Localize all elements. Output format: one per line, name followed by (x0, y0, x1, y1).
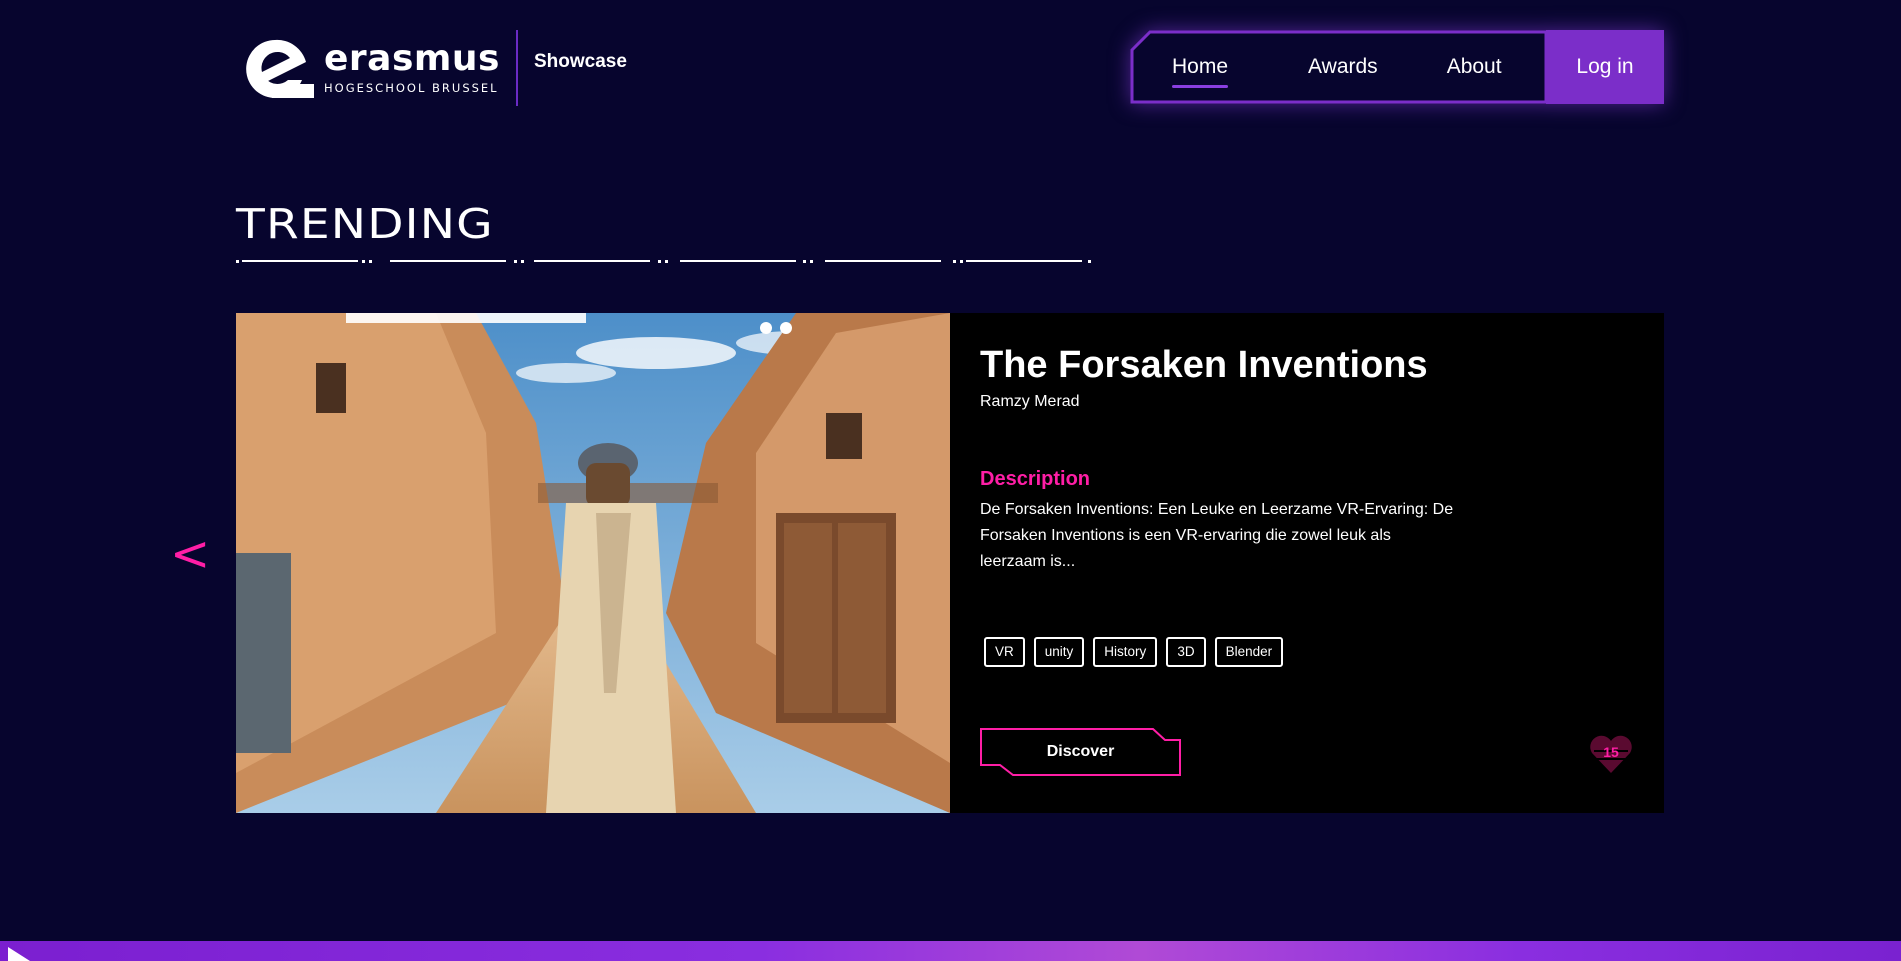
nav-awards[interactable]: Awards (1308, 55, 1378, 79)
brand-name: erasmus (324, 38, 500, 79)
title-underline-decoration (236, 260, 1091, 263)
brand-section-label: Showcase (533, 51, 627, 72)
project-thumbnail[interactable] (236, 313, 950, 813)
project-info: The Forsaken Inventions Ramzy Merad Desc… (950, 313, 1664, 813)
main-nav: Home Awards About Log in (1130, 30, 1664, 104)
carousel-prev-button[interactable]: < (170, 530, 210, 578)
nav-about[interactable]: About (1447, 55, 1502, 79)
chevron-left-icon: < (170, 526, 211, 582)
tag-history[interactable]: History (1093, 637, 1158, 667)
project-title: The Forsaken Inventions (980, 344, 1428, 386)
tag-blender[interactable]: Blender (1214, 637, 1284, 667)
brand-subtitle: HOGESCHOOL BRUSSEL (324, 81, 499, 95)
project-author: Ramzy Merad (980, 393, 1080, 410)
tag-3d[interactable]: 3D (1166, 637, 1206, 667)
description-heading: Description (980, 468, 1091, 490)
discover-button[interactable]: Discover (980, 728, 1181, 776)
project-card: The Forsaken Inventions Ramzy Merad Desc… (236, 313, 1664, 813)
play-icon[interactable] (8, 947, 30, 961)
like-button[interactable]: 15 (1588, 733, 1634, 775)
section-title: TRENDING (236, 200, 494, 248)
tag-unity[interactable]: unity (1033, 637, 1085, 667)
description-text: De Forsaken Inventions: Een Leuke en Lee… (980, 501, 1454, 570)
brand-wordmark: erasmus HOGESCHOOL BRUSSEL (324, 38, 500, 96)
project-illustration (236, 313, 950, 813)
like-count: 15 (1603, 744, 1619, 760)
site-header: erasmus HOGESCHOOL BRUSSEL Showcase Home… (236, 28, 1664, 108)
brand-divider (515, 30, 518, 106)
login-button[interactable]: Log in (1546, 30, 1664, 104)
nav-links: Home Awards About (1130, 30, 1546, 104)
nav-home[interactable]: Home (1172, 55, 1229, 88)
tag-vr[interactable]: VR (984, 637, 1025, 667)
tag-list: VR unity History 3D Blender (984, 637, 1634, 667)
erasmus-e-icon (236, 38, 314, 98)
brand-logo-link[interactable]: erasmus HOGESCHOOL BRUSSEL Showcase (236, 28, 627, 108)
footer-banner (0, 941, 1901, 961)
discover-label: Discover (1046, 743, 1115, 760)
